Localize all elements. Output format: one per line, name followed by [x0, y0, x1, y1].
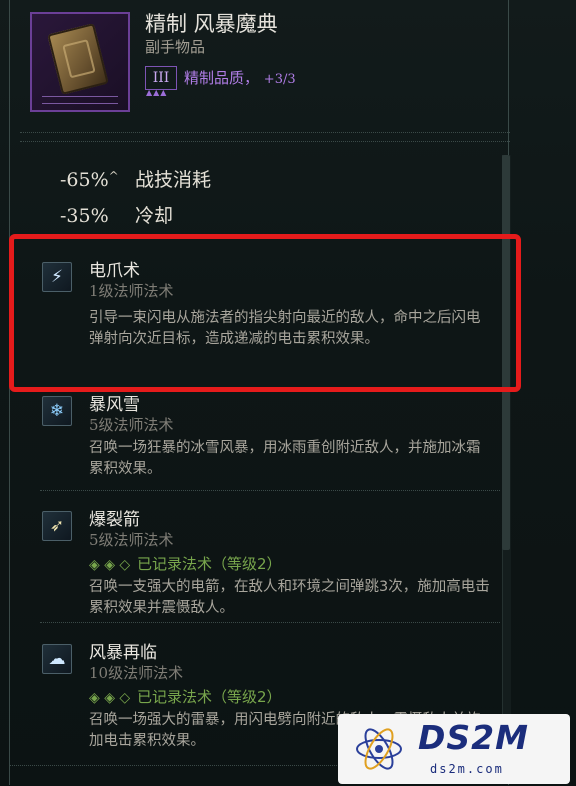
skill-divider [40, 622, 500, 623]
stat-row: -35% 冷却 [60, 201, 173, 228]
skill-name: 暴风雪 [89, 395, 140, 415]
tier-pips: ▲▲▲ [146, 88, 168, 97]
header-divider [20, 132, 510, 142]
highlight-box [9, 234, 521, 392]
skill-description: 召唤一场狂暴的冰雪风暴，用冰雨重创附近敌人，并施加冰霜累积效果。 [89, 440, 481, 477]
skill-name: 爆裂箭 [89, 510, 140, 530]
stat-value: -35% [60, 205, 135, 227]
skill-level-number: 5 [89, 416, 99, 434]
skill-level-text: 级法师法术 [98, 416, 174, 434]
thumbnail-ornament [42, 96, 118, 104]
stat-row: -65%^ 战技消耗 [60, 165, 211, 192]
skill-name: 风暴再临 [89, 643, 157, 663]
recorded-spell: ◈ ◈ ◇ 已记录法术（等级2） [89, 553, 282, 574]
rank-gems-icon: ◈ ◈ ◇ [89, 557, 131, 573]
skill-level-text: 级法师法术 [98, 531, 174, 549]
skill-level-number: 5 [89, 531, 99, 549]
skill-level-text: 级法师法术 [108, 664, 184, 682]
stat-value: -65%^ [60, 169, 135, 191]
skill-level: 10级法师法术 [89, 662, 183, 683]
stat-label: 冷却 [135, 205, 174, 227]
skill-level-number: 10 [89, 664, 109, 682]
recorded-spell: ◈ ◈ ◇ 已记录法术（等级2） [89, 686, 282, 707]
tier-badge: III [145, 66, 177, 90]
skill-description: 召唤一支强大的电箭，在敌人和环境之间弹跳3次，施加高电击累积效果并震慑敌人。 [89, 579, 490, 616]
recorded-label: 已记录法术（等级2） [136, 555, 282, 573]
watermark-brand: DS2M [418, 718, 529, 757]
recorded-label: 已记录法术（等级2） [136, 688, 282, 706]
stat-number: -65% [60, 169, 109, 191]
skill-level: 5级法师法术 [89, 529, 174, 550]
skill-divider [40, 490, 500, 491]
rank-gems-icon: ◈ ◈ ◇ [89, 690, 131, 706]
watermark: DS2M ds2m.com [338, 714, 570, 784]
watermark-domain: ds2m.com [430, 762, 504, 776]
storm-cloud-icon: ☁ [42, 644, 72, 674]
stat-label: 战技消耗 [135, 169, 212, 191]
atom-logo-icon [356, 728, 402, 770]
stat-marker: ^ [108, 169, 119, 183]
item-name: 精制 风暴魔典 [145, 12, 278, 36]
item-quality: 精制品质， +3/3 [184, 67, 296, 88]
chain-bolt-icon: ➶ [42, 511, 72, 541]
quality-value: +3/3 [263, 72, 296, 87]
skill-level: 5级法师法术 [89, 414, 174, 435]
blizzard-icon: ❄ [42, 396, 72, 426]
item-thumbnail [30, 12, 130, 112]
item-type: 副手物品 [145, 38, 206, 56]
stat-number: -35% [60, 205, 109, 227]
quality-label: 精制品质， [184, 69, 260, 87]
grimoire-icon [47, 23, 109, 95]
tooltip-frame [9, 0, 509, 785]
